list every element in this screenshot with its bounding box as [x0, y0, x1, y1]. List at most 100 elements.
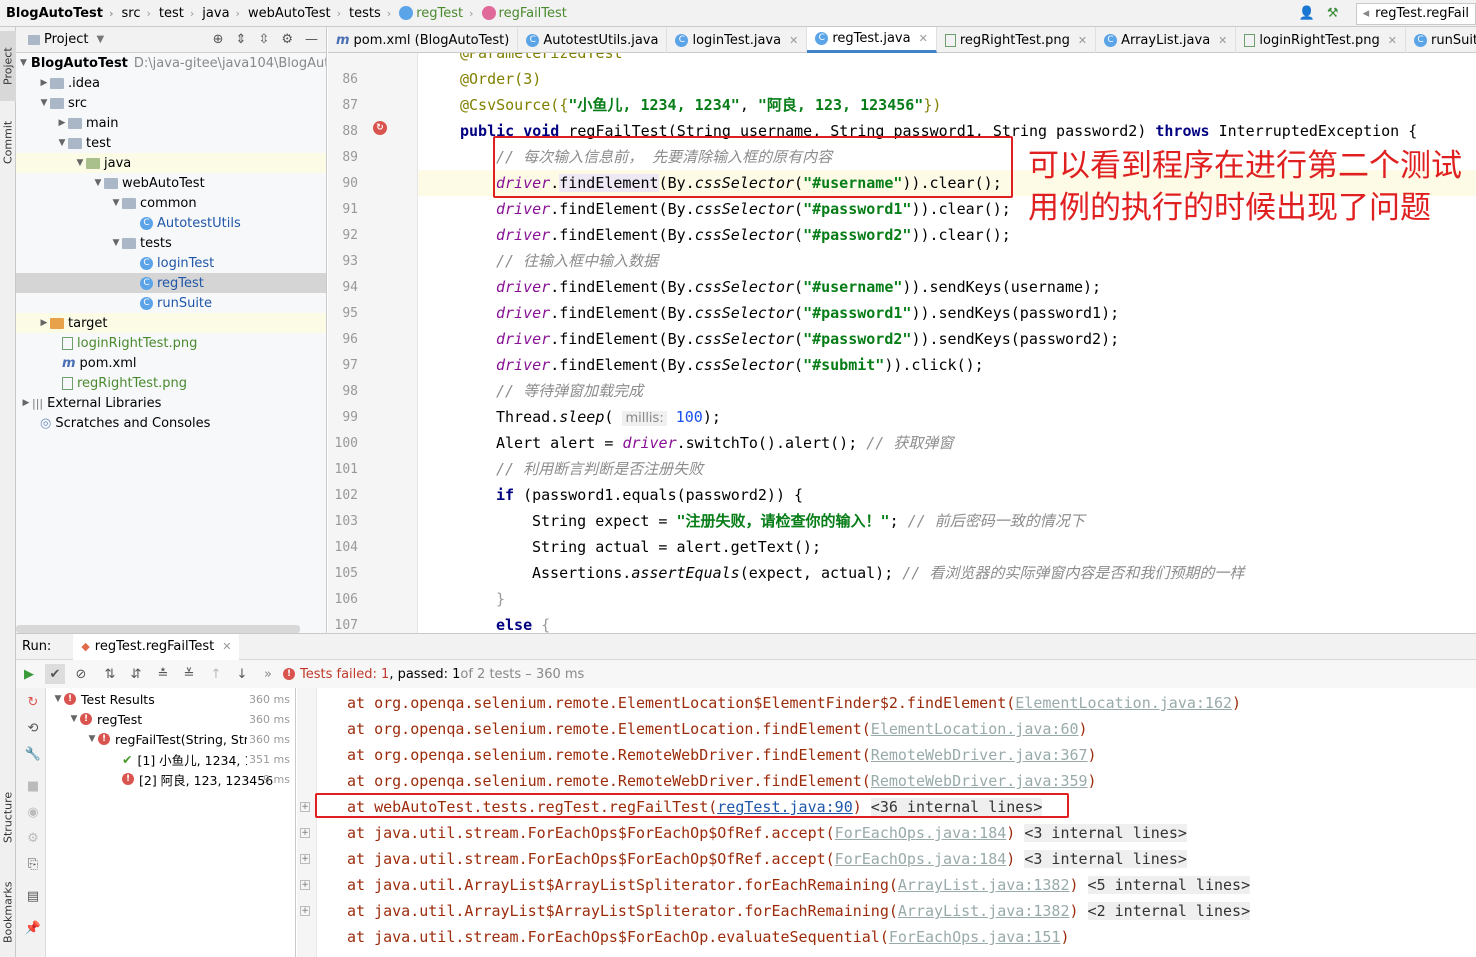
wrench-icon[interactable]: 🔧: [23, 744, 43, 764]
source-link[interactable]: ForEachOps.java:151: [889, 928, 1061, 946]
toggle-auto-test-icon[interactable]: ⟲: [23, 718, 43, 738]
commit-tool-button[interactable]: Commit: [0, 107, 16, 177]
stop-icon[interactable]: ■: [23, 776, 43, 796]
tree-item-webautotest[interactable]: ▼ webAutoTest: [16, 173, 326, 193]
breadcrumb-test[interactable]: test ›: [155, 6, 198, 21]
test-result-root[interactable]: ▼ ! Test Results 360 ms: [46, 689, 295, 709]
close-icon[interactable]: ✕: [222, 640, 231, 653]
arrow-down-icon[interactable]: ↓: [232, 664, 252, 684]
source-link[interactable]: RemoteWebDriver.java:359: [871, 772, 1088, 790]
tree-item-idea[interactable]: ▶ .idea: [16, 73, 326, 93]
source-link[interactable]: ArrayList.java:1382: [898, 902, 1070, 920]
tree-item-runsuite[interactable]: C runSuite: [16, 293, 326, 313]
internal-lines[interactable]: <2 internal lines>: [1087, 902, 1251, 920]
run-config-tab[interactable]: ◆ regTest.regFailTest ✕: [73, 633, 240, 660]
chevron-right-icon[interactable]: ▶: [20, 398, 32, 408]
chevron-down-icon[interactable]: ▼: [96, 34, 104, 45]
internal-lines[interactable]: <3 internal lines>: [1024, 850, 1187, 868]
camera-icon[interactable]: ◉: [23, 802, 43, 822]
tree-item-pom-xml[interactable]: m pom.xml: [16, 353, 326, 373]
tree-item-common[interactable]: ▼ common: [16, 193, 326, 213]
chevron-down-icon[interactable]: ▼: [52, 694, 64, 704]
tree-item-regrighttest-png[interactable]: regRightTest.png: [16, 373, 326, 393]
test-result-method[interactable]: ▼ ! regFailTest(String, Strin 360 ms: [46, 729, 295, 749]
chevron-down-icon[interactable]: ▼: [74, 158, 86, 168]
expand-icon[interactable]: +: [300, 854, 310, 864]
rerun-icon[interactable]: ▶: [19, 664, 39, 684]
hammer-icon[interactable]: ⚒: [1323, 4, 1343, 24]
chevron-down-icon[interactable]: ▼: [68, 714, 80, 724]
test-result-class[interactable]: ▼ ! regTest 360 ms: [46, 709, 295, 729]
test-result-case-passed[interactable]: ✔ [1] 小鱼儿, 1234, 12 351 ms: [46, 749, 295, 769]
tab-autotestutils[interactable]: C AutotestUtils.java: [518, 27, 668, 53]
console-output[interactable]: + + + + + at org.openqa.selenium.remote.…: [297, 688, 1476, 957]
horizontal-scrollbar[interactable]: [16, 625, 300, 633]
more-icon[interactable]: »: [258, 664, 278, 684]
internal-lines[interactable]: <5 internal lines>: [1087, 876, 1251, 894]
tree-item-loginrighttest-png[interactable]: loginRightTest.png: [16, 333, 326, 353]
chevron-down-icon[interactable]: ▼: [92, 178, 104, 188]
tree-item-logintest[interactable]: C loginTest: [16, 253, 326, 273]
breadcrumb-java[interactable]: java ›: [198, 6, 244, 21]
source-link[interactable]: ElementLocation.java:60: [871, 720, 1079, 738]
tree-item-test[interactable]: ▼ test: [16, 133, 326, 153]
project-tool-button[interactable]: Project: [0, 31, 16, 101]
rerun-failed-icon[interactable]: ↻: [23, 692, 43, 712]
tab-loginrighttest-png[interactable]: loginRightTest.png ✕: [1236, 27, 1406, 53]
settings-icon[interactable]: ⚙: [23, 828, 43, 848]
run-configuration-selector[interactable]: ◂ regTest.regFail: [1355, 2, 1476, 25]
tree-item-java[interactable]: ▼ java: [16, 153, 326, 173]
test-result-case-failed[interactable]: ! [2] 阿良, 123, 123456 9 ms: [46, 769, 295, 789]
sort-alpha-icon[interactable]: ⇅: [100, 664, 120, 684]
minimize-icon[interactable]: —: [305, 32, 318, 47]
tab-runsuite[interactable]: CrunSuite.java✕: [1406, 27, 1476, 53]
tree-item-regtest[interactable]: C regTest: [16, 273, 326, 293]
pin-icon[interactable]: 📌: [23, 918, 43, 938]
tree-item-target[interactable]: ▶ target: [16, 313, 326, 333]
tree-item-blogautotest[interactable]: ▼ BlogAutoTest D:\java-gitee\java104\Blo…: [16, 53, 326, 73]
structure-tool-button[interactable]: Structure: [0, 777, 16, 857]
tab-logintest[interactable]: CloginTest.java ✕: [667, 27, 808, 53]
tree-item-src[interactable]: ▼ src: [16, 93, 326, 113]
breadcrumb-method[interactable]: regFailTest: [478, 6, 571, 21]
chevron-down-icon[interactable]: ▼: [86, 734, 98, 744]
tab-pom-xml[interactable]: m pom.xml (BlogAutoTest): [328, 27, 519, 53]
source-link[interactable]: ForEachOps.java:184: [835, 850, 1007, 868]
source-link[interactable]: RemoteWebDriver.java:367: [871, 746, 1088, 764]
internal-lines[interactable]: <3 internal lines>: [1024, 824, 1187, 842]
sort-duration-icon[interactable]: ⇵: [126, 664, 146, 684]
collapse-all-icon[interactable]: ≚: [179, 664, 199, 684]
gear-icon[interactable]: ⚙: [281, 32, 293, 47]
run-test-failed-icon[interactable]: ↻: [373, 121, 387, 135]
close-icon[interactable]: ✕: [919, 32, 928, 45]
tree-item-scratches[interactable]: ◎ Scratches and Consoles: [16, 413, 326, 433]
source-link[interactable]: ElementLocation.java:162: [1015, 694, 1232, 712]
close-icon[interactable]: ✕: [1078, 34, 1087, 47]
tab-regtest[interactable]: CregTest.java ✕: [807, 27, 937, 53]
expand-icon[interactable]: +: [300, 906, 310, 916]
breadcrumb-webautotest[interactable]: webAutoTest ›: [244, 6, 345, 21]
breadcrumb-src[interactable]: src ›: [118, 6, 155, 21]
breadcrumb-regtest[interactable]: regTest ›: [395, 6, 477, 21]
bookmarks-tool-button[interactable]: Bookmarks: [0, 867, 16, 957]
code-editor[interactable]: 86 87 88 89 90 91 92 93 94 95 96 97 98 9…: [328, 53, 1476, 633]
export-icon[interactable]: ⎘: [23, 854, 43, 874]
chevron-down-icon[interactable]: ▼: [56, 138, 68, 148]
user-icon[interactable]: 👤: [1297, 4, 1317, 24]
collapse-all-icon[interactable]: ⇳: [258, 32, 269, 47]
tab-regrighttest-png[interactable]: regRightTest.png ✕: [937, 27, 1097, 53]
show-ignored-icon[interactable]: ⊘: [71, 664, 91, 684]
chevron-down-icon[interactable]: ▼: [110, 198, 122, 208]
expand-icon[interactable]: +: [300, 802, 310, 812]
show-passed-icon[interactable]: ✔: [45, 664, 65, 684]
tree-item-autotestutils[interactable]: C AutotestUtils: [16, 213, 326, 233]
close-icon[interactable]: ✕: [1388, 34, 1397, 47]
tree-item-main[interactable]: ▶ main: [16, 113, 326, 133]
chevron-down-icon[interactable]: ▼: [20, 58, 27, 68]
tree-item-external-libraries[interactable]: ▶ ||| External Libraries: [16, 393, 326, 413]
source-link[interactable]: ArrayList.java:1382: [898, 876, 1070, 894]
chevron-down-icon[interactable]: ▼: [38, 98, 50, 108]
chevron-right-icon[interactable]: ▶: [38, 318, 50, 328]
breadcrumb-tests[interactable]: tests ›: [345, 6, 395, 21]
close-icon[interactable]: ✕: [789, 34, 798, 47]
